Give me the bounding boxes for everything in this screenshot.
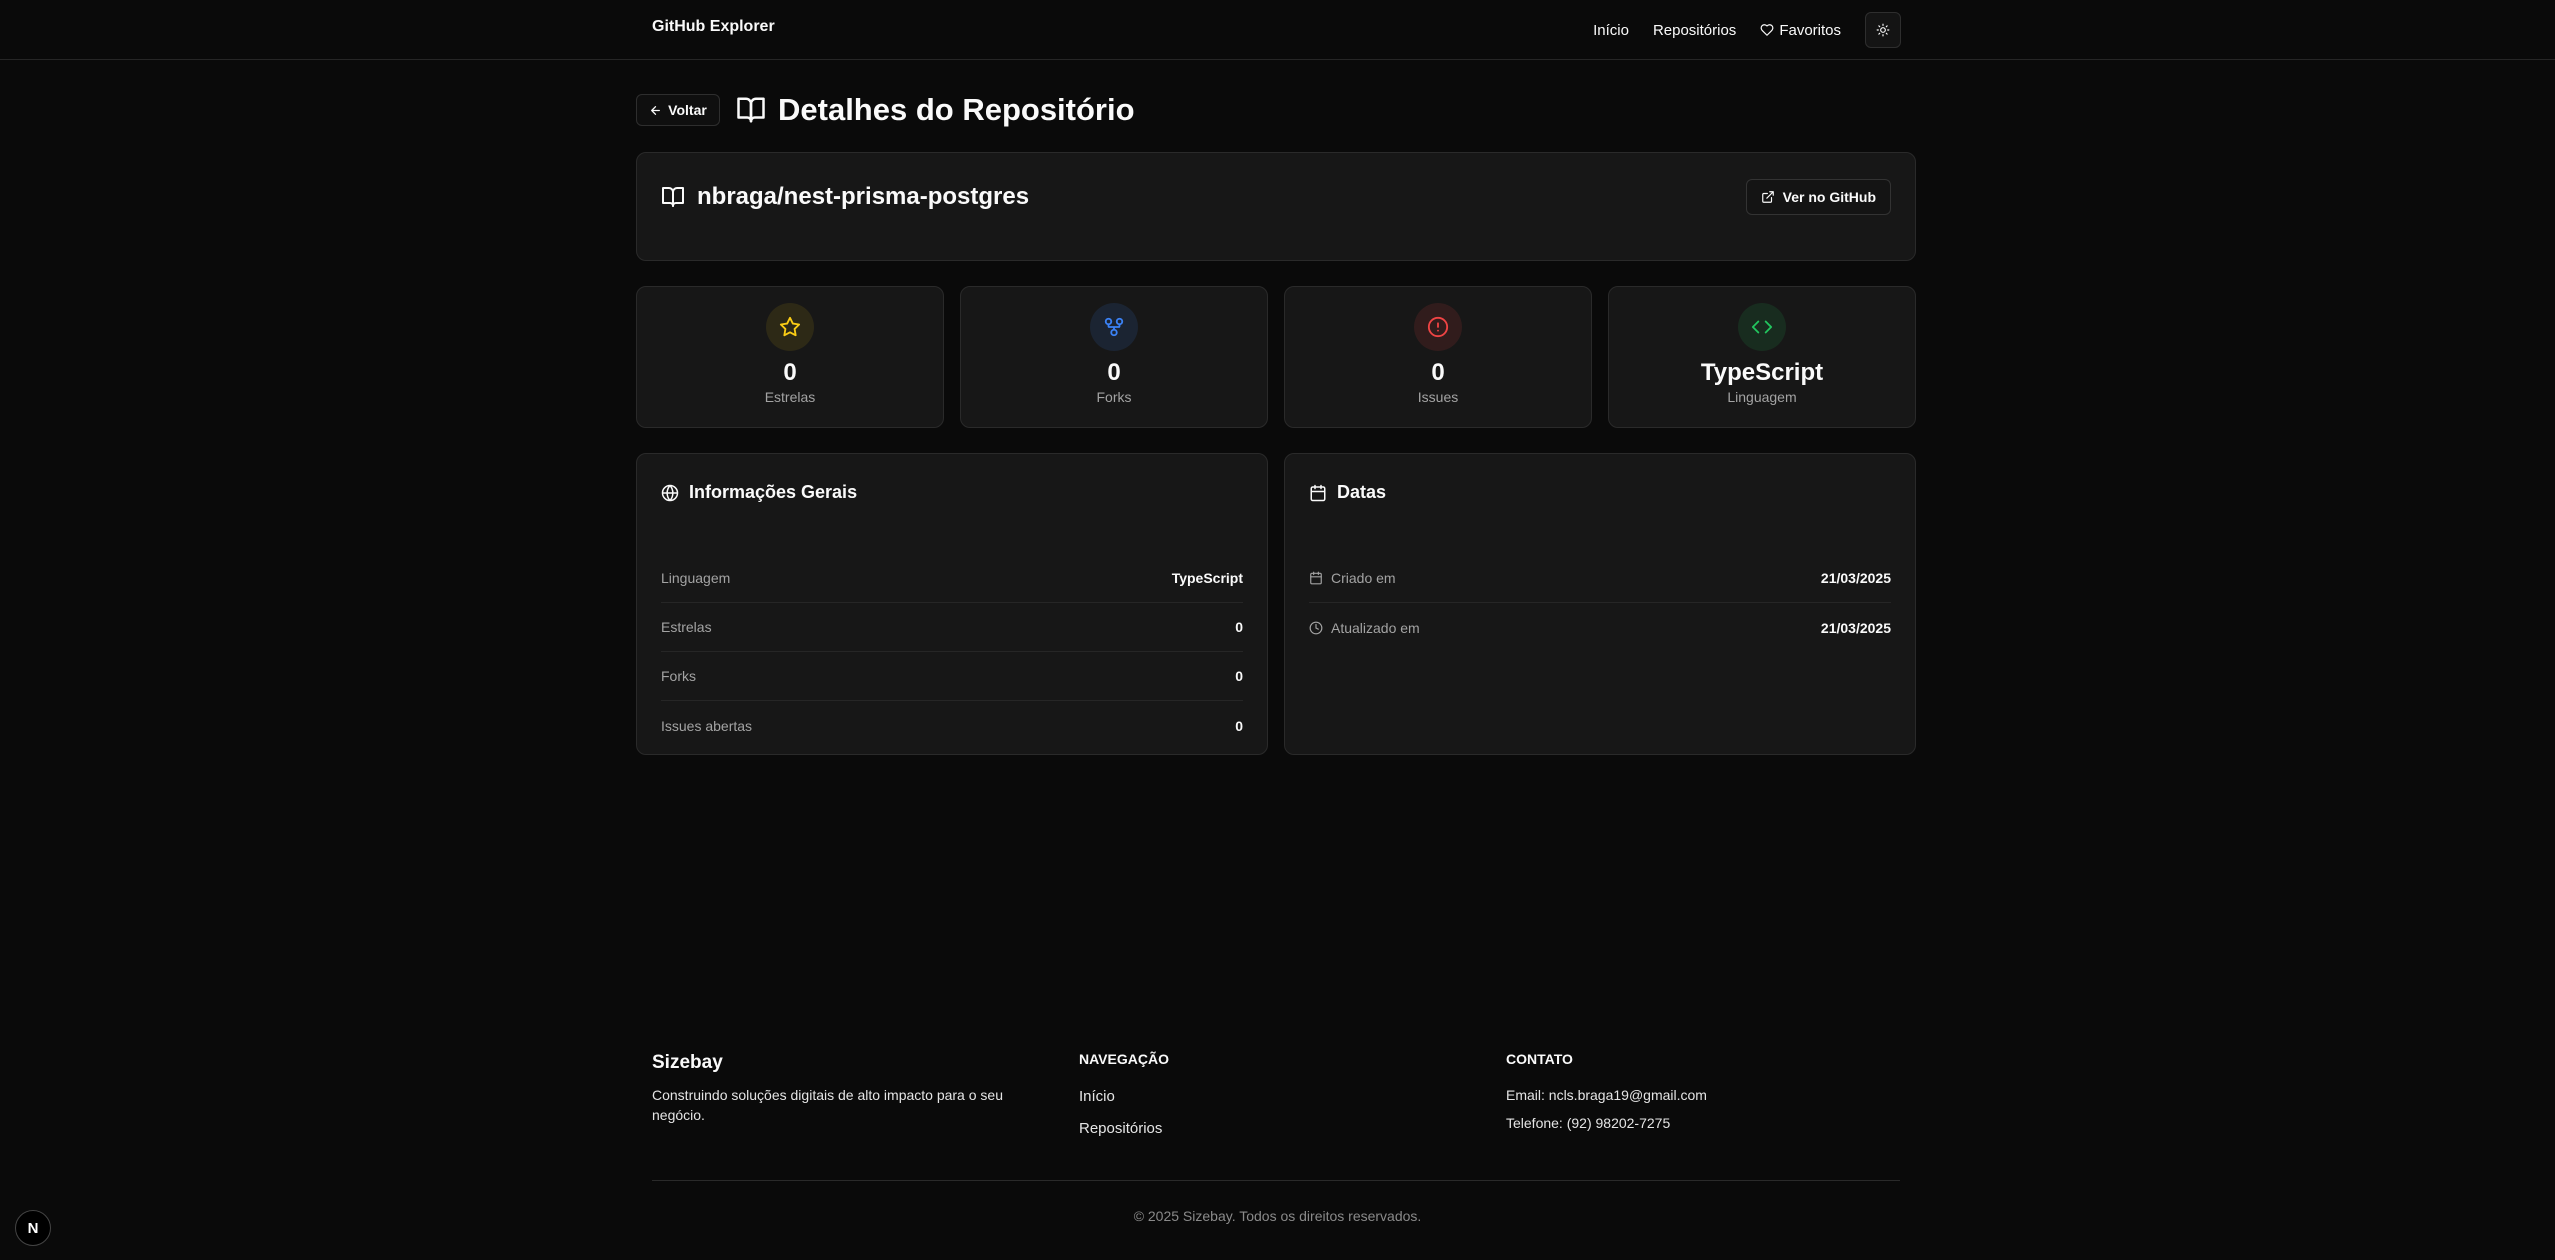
stat-value: 0: [783, 359, 797, 386]
stat-card-forks: 0 Forks: [960, 286, 1268, 428]
dev-tools-badge[interactable]: N: [15, 1210, 51, 1246]
row-value: 0: [1235, 619, 1243, 635]
nav-link-favorites[interactable]: Favoritos: [1760, 22, 1841, 39]
footer-divider: [652, 1180, 1900, 1181]
back-label: Voltar: [668, 102, 707, 118]
row-label-wrap: Atualizado em: [1309, 620, 1420, 636]
row-label: Forks: [661, 668, 696, 684]
theme-toggle-button[interactable]: [1865, 12, 1901, 48]
footer-nav-heading: NAVEGAÇÃO: [1079, 1051, 1169, 1067]
repo-full-name: nbraga/nest-prisma-postgres: [697, 183, 1030, 210]
info-row-language: Linguagem TypeScript: [661, 554, 1243, 603]
footer-copyright: © 2025 Sizebay. Todos os direitos reserv…: [1133, 1208, 1422, 1224]
row-value: 0: [1235, 668, 1243, 684]
footer-phone: Telefone: (92) 98202-7275: [1506, 1115, 1671, 1131]
heart-icon: [1760, 23, 1774, 37]
stat-value: TypeScript: [1700, 359, 1824, 386]
nav-link-repositories[interactable]: Repositórios: [1653, 22, 1736, 39]
footer-brand: Sizebay: [652, 1052, 723, 1073]
row-value: 0: [1235, 717, 1243, 734]
brand-link[interactable]: GitHub Explorer: [652, 18, 775, 36]
stat-label: Forks: [1096, 389, 1132, 405]
stat-label: Issues: [1417, 389, 1459, 405]
stat-value: 0: [1107, 359, 1121, 386]
row-label: Issues abertas: [661, 717, 753, 734]
dates-title: Datas: [1337, 482, 1387, 502]
info-row-forks: Forks 0: [661, 652, 1243, 701]
general-info-header: Informações Gerais: [661, 482, 857, 503]
back-button[interactable]: Voltar: [636, 94, 720, 126]
row-label-wrap: Criado em: [1309, 570, 1396, 586]
dates-list: Criado em 21/03/2025 Atualizado em 21/03…: [1309, 554, 1891, 652]
row-label: Estrelas: [661, 619, 712, 635]
footer-email: Email: ncls.braga19@gmail.com: [1506, 1087, 1707, 1103]
repo-name-row: nbraga/nest-prisma-postgres: [661, 183, 1029, 211]
row-value: 21/03/2025: [1820, 570, 1891, 586]
view-on-github-button[interactable]: Ver no GitHub: [1745, 179, 1891, 215]
stat-label: Linguagem: [1727, 389, 1797, 405]
repository-header-card: nbraga/nest-prisma-postgres Ver no GitHu…: [636, 152, 1916, 261]
nav-favorites-label: Favoritos: [1779, 21, 1841, 39]
date-row-updated: Atualizado em 21/03/2025: [1309, 603, 1891, 652]
page-title-row: Detalhes do Repositório: [736, 92, 1135, 128]
dates-card: Datas Criado em 21/03/2025 Atualizado em…: [1284, 453, 1916, 755]
footer-contact-heading: CONTATO: [1506, 1051, 1573, 1067]
row-label: Criado em: [1331, 570, 1396, 586]
top-navbar: GitHub Explorer Início Repositórios Favo…: [0, 0, 2555, 60]
date-row-created: Criado em 21/03/2025: [1309, 554, 1891, 603]
row-value: 21/03/2025: [1820, 619, 1891, 636]
arrow-left-icon: [649, 104, 662, 117]
row-label: Atualizado em: [1331, 619, 1420, 636]
dates-header: Datas: [1309, 482, 1386, 503]
stat-card-language: TypeScript Linguagem: [1608, 286, 1916, 428]
clock-icon: [1309, 621, 1323, 635]
footer-link-home[interactable]: Início: [1079, 1088, 1115, 1105]
general-info-card: Informações Gerais Linguagem TypeScript …: [636, 453, 1268, 755]
sun-icon: [1876, 23, 1890, 37]
git-fork-icon: [1090, 303, 1138, 351]
row-label: Linguagem: [661, 570, 731, 586]
book-open-icon: [661, 185, 685, 209]
general-info-title: Informações Gerais: [689, 482, 858, 502]
alert-circle-icon: [1414, 303, 1462, 351]
calendar-icon: [1309, 484, 1327, 502]
book-open-icon: [736, 95, 766, 125]
info-row-open-issues: Issues abertas 0: [661, 701, 1243, 750]
star-icon: [766, 303, 814, 351]
code-icon: [1738, 303, 1786, 351]
main-nav: Início Repositórios Favoritos: [1593, 12, 1901, 48]
stat-value: 0: [1431, 359, 1445, 386]
page-title: Detalhes do Repositório: [778, 92, 1135, 127]
info-row-stars: Estrelas 0: [661, 603, 1243, 652]
nav-link-home[interactable]: Início: [1593, 22, 1629, 39]
stat-label: Estrelas: [764, 389, 816, 405]
stat-card-stars: 0 Estrelas: [636, 286, 944, 428]
calendar-icon: [1309, 571, 1323, 585]
globe-icon: [661, 484, 679, 502]
external-link-icon: [1761, 190, 1775, 204]
general-info-list: Linguagem TypeScript Estrelas 0 Forks 0 …: [661, 554, 1243, 750]
stat-card-issues: 0 Issues: [1284, 286, 1592, 428]
row-value: TypeScript: [1171, 570, 1243, 586]
view-on-github-label: Ver no GitHub: [1782, 189, 1876, 205]
footer-link-repositories[interactable]: Repositórios: [1079, 1120, 1162, 1137]
footer-description: Construindo soluções digitais de alto im…: [652, 1087, 1003, 1123]
